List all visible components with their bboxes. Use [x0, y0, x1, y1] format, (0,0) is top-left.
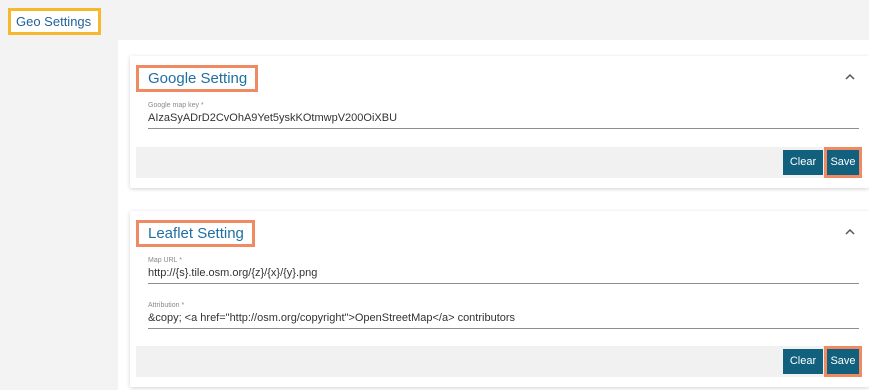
- leaflet-save-button[interactable]: Save: [824, 346, 862, 377]
- leaflet-action-bar: Clear Save: [136, 346, 862, 377]
- leaflet-setting-title[interactable]: Leaflet Setting: [136, 220, 255, 247]
- attribution-label: Attribution *: [148, 302, 185, 309]
- google-setting-title[interactable]: Google Setting: [136, 65, 259, 92]
- chevron-up-icon[interactable]: [843, 225, 857, 239]
- top-bar: [0, 0, 869, 40]
- map-url-input[interactable]: http://{s}.tile.osm.org/{z}/{x}/{y}.png: [148, 265, 859, 283]
- leaflet-setting-card: Leaflet Setting Map URL * http://{s}.til…: [130, 211, 869, 387]
- chevron-up-icon[interactable]: [843, 70, 857, 84]
- left-gutter: [0, 40, 118, 390]
- google-action-bar: Clear Save: [136, 147, 862, 178]
- google-save-button[interactable]: Save: [824, 147, 862, 178]
- google-map-key-field[interactable]: Google map key * AIzaSyADrD2CvOhA9Yet5ys…: [148, 101, 859, 129]
- map-url-label: Map URL *: [148, 257, 182, 264]
- leaflet-clear-button[interactable]: Clear: [783, 349, 823, 374]
- attribution-field[interactable]: Attribution * &copy; <a href="http://osm…: [148, 301, 859, 329]
- google-map-key-label: Google map key *: [148, 102, 204, 109]
- chevron-up-icon-svg: [845, 228, 855, 235]
- google-clear-button[interactable]: Clear: [783, 150, 823, 175]
- google-map-key-input[interactable]: AIzaSyADrD2CvOhA9Yet5yskKOtmwpV200OiXBU: [148, 110, 859, 128]
- chevron-up-icon-svg: [845, 73, 855, 80]
- attribution-input[interactable]: &copy; <a href="http://osm.org/copyright…: [148, 310, 859, 328]
- map-url-field[interactable]: Map URL * http://{s}.tile.osm.org/{z}/{x…: [148, 256, 859, 284]
- page-title: Geo Settings: [8, 8, 102, 35]
- google-setting-card: Google Setting Google map key * AIzaSyAD…: [130, 56, 869, 188]
